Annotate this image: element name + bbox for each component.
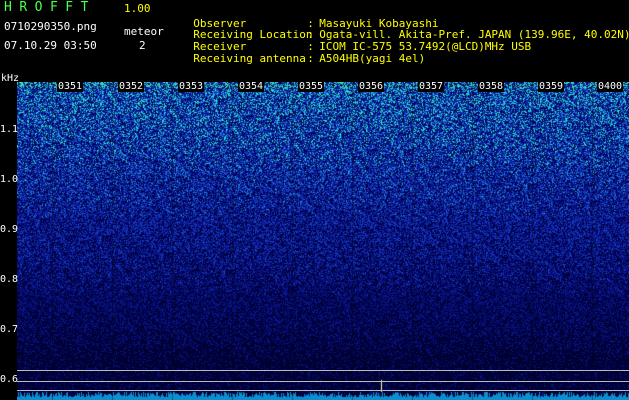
app-version: 1.00: [124, 2, 151, 15]
reference-line: [17, 370, 629, 371]
time-label: 0352: [118, 81, 145, 92]
meteor-label: meteor: [124, 25, 164, 38]
freq-label: 0.9: [0, 224, 19, 235]
time-label: 0353: [178, 81, 205, 92]
freq-label: 1.1: [0, 124, 19, 135]
freq-label: 0.7: [0, 324, 19, 335]
time-label: 0351: [57, 81, 84, 92]
time-label: 0356: [358, 81, 385, 92]
time-label: 0357: [418, 81, 445, 92]
meta-value: A504HB(yagi 4el): [319, 52, 426, 65]
spectrogram: [17, 82, 629, 400]
time-label: 0354: [238, 81, 265, 92]
meta-label: Receiving antenna: [193, 52, 306, 65]
time-label: 0359: [538, 81, 565, 92]
app-title: HROFFT: [4, 0, 96, 15]
date-time: 07.10.29 03:50: [4, 39, 97, 52]
file-name: 0710290350.png: [4, 20, 97, 33]
time-label: 0400: [597, 81, 624, 92]
reference-line: [17, 390, 629, 391]
freq-label: 0.6: [0, 374, 19, 385]
meta-row-antenna: Receiving antenna: A504HB(yagi 4el): [193, 52, 426, 65]
freq-label: 0.8: [0, 274, 19, 285]
reference-line: [17, 381, 629, 382]
time-label: 0358: [478, 81, 505, 92]
freq-label: 1.0: [0, 174, 19, 185]
meteor-count: 2: [139, 39, 146, 52]
time-label: 0355: [298, 81, 325, 92]
